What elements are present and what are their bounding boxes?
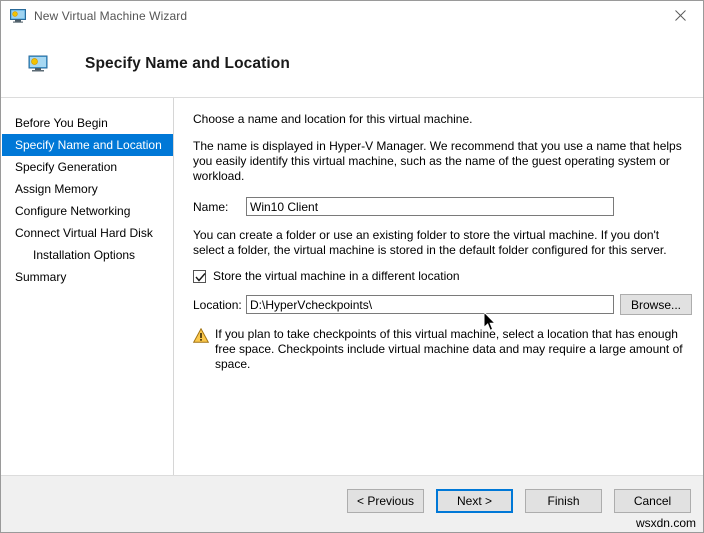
finish-button[interactable]: Finish: [525, 489, 602, 513]
title-bar: New Virtual Machine Wizard: [1, 1, 703, 31]
new-vm-wizard-window: New Virtual Machine Wizard Specify Name …: [0, 0, 704, 533]
vm-monitor-icon: [10, 8, 26, 24]
store-different-location-checkbox[interactable]: [193, 269, 206, 283]
page-title: Specify Name and Location: [85, 55, 290, 72]
store-different-location-label: Store the virtual machine in a different…: [213, 269, 460, 283]
location-input[interactable]: [246, 295, 614, 314]
name-label: Name:: [193, 199, 229, 214]
name-field-row: Name:: [193, 197, 694, 216]
sidebar-item-before-you-begin[interactable]: Before You Begin: [1, 112, 173, 134]
warning-triangle-icon: [192, 327, 210, 343]
page-header: Specify Name and Location: [1, 31, 703, 98]
sidebar-item-connect-virtual-hard-disk[interactable]: Connect Virtual Hard Disk: [1, 222, 173, 244]
cancel-button[interactable]: Cancel: [614, 489, 691, 513]
sidebar-item-installation-options[interactable]: Installation Options: [1, 244, 173, 266]
intro-text: Choose a name and location for this virt…: [193, 112, 473, 126]
content-pane: Choose a name and location for this virt…: [174, 98, 703, 475]
browse-button[interactable]: Browse...: [620, 294, 692, 315]
location-label: Location:: [193, 297, 242, 312]
previous-button[interactable]: < Previous: [347, 489, 424, 513]
name-input[interactable]: [246, 197, 614, 216]
folder-help-text: You can create a folder or use an existi…: [193, 228, 667, 257]
sidebar-item-specify-name-and-location[interactable]: Specify Name and Location: [2, 134, 173, 156]
sidebar-item-configure-networking[interactable]: Configure Networking: [1, 200, 173, 222]
store-different-location-checkbox-row[interactable]: Store the virtual machine in a different…: [193, 269, 694, 283]
sidebar-item-summary[interactable]: Summary: [1, 266, 173, 288]
watermark: wsxdn.com: [635, 516, 696, 530]
description-text: The name is displayed in Hyper-V Manager…: [193, 139, 682, 183]
body-area: Before You Begin Specify Name and Locati…: [1, 98, 703, 475]
window-title: New Virtual Machine Wizard: [34, 9, 188, 23]
close-icon[interactable]: [658, 1, 703, 30]
sidebar-item-specify-generation[interactable]: Specify Generation: [1, 156, 173, 178]
sidebar-item-assign-memory[interactable]: Assign Memory: [1, 178, 173, 200]
vm-monitor-icon: [28, 55, 48, 73]
location-field-row: Location: Browse...: [193, 294, 694, 315]
checkpoint-warning: If you plan to take checkpoints of this …: [192, 327, 694, 372]
warning-text: If you plan to take checkpoints of this …: [215, 327, 683, 371]
dialog-footer: < Previous Next > Finish Cancel wsxdn.co…: [1, 475, 703, 532]
footer-button-group: < Previous Next > Finish Cancel: [347, 489, 691, 513]
next-button[interactable]: Next >: [436, 489, 513, 513]
wizard-steps-sidebar: Before You Begin Specify Name and Locati…: [1, 98, 174, 475]
